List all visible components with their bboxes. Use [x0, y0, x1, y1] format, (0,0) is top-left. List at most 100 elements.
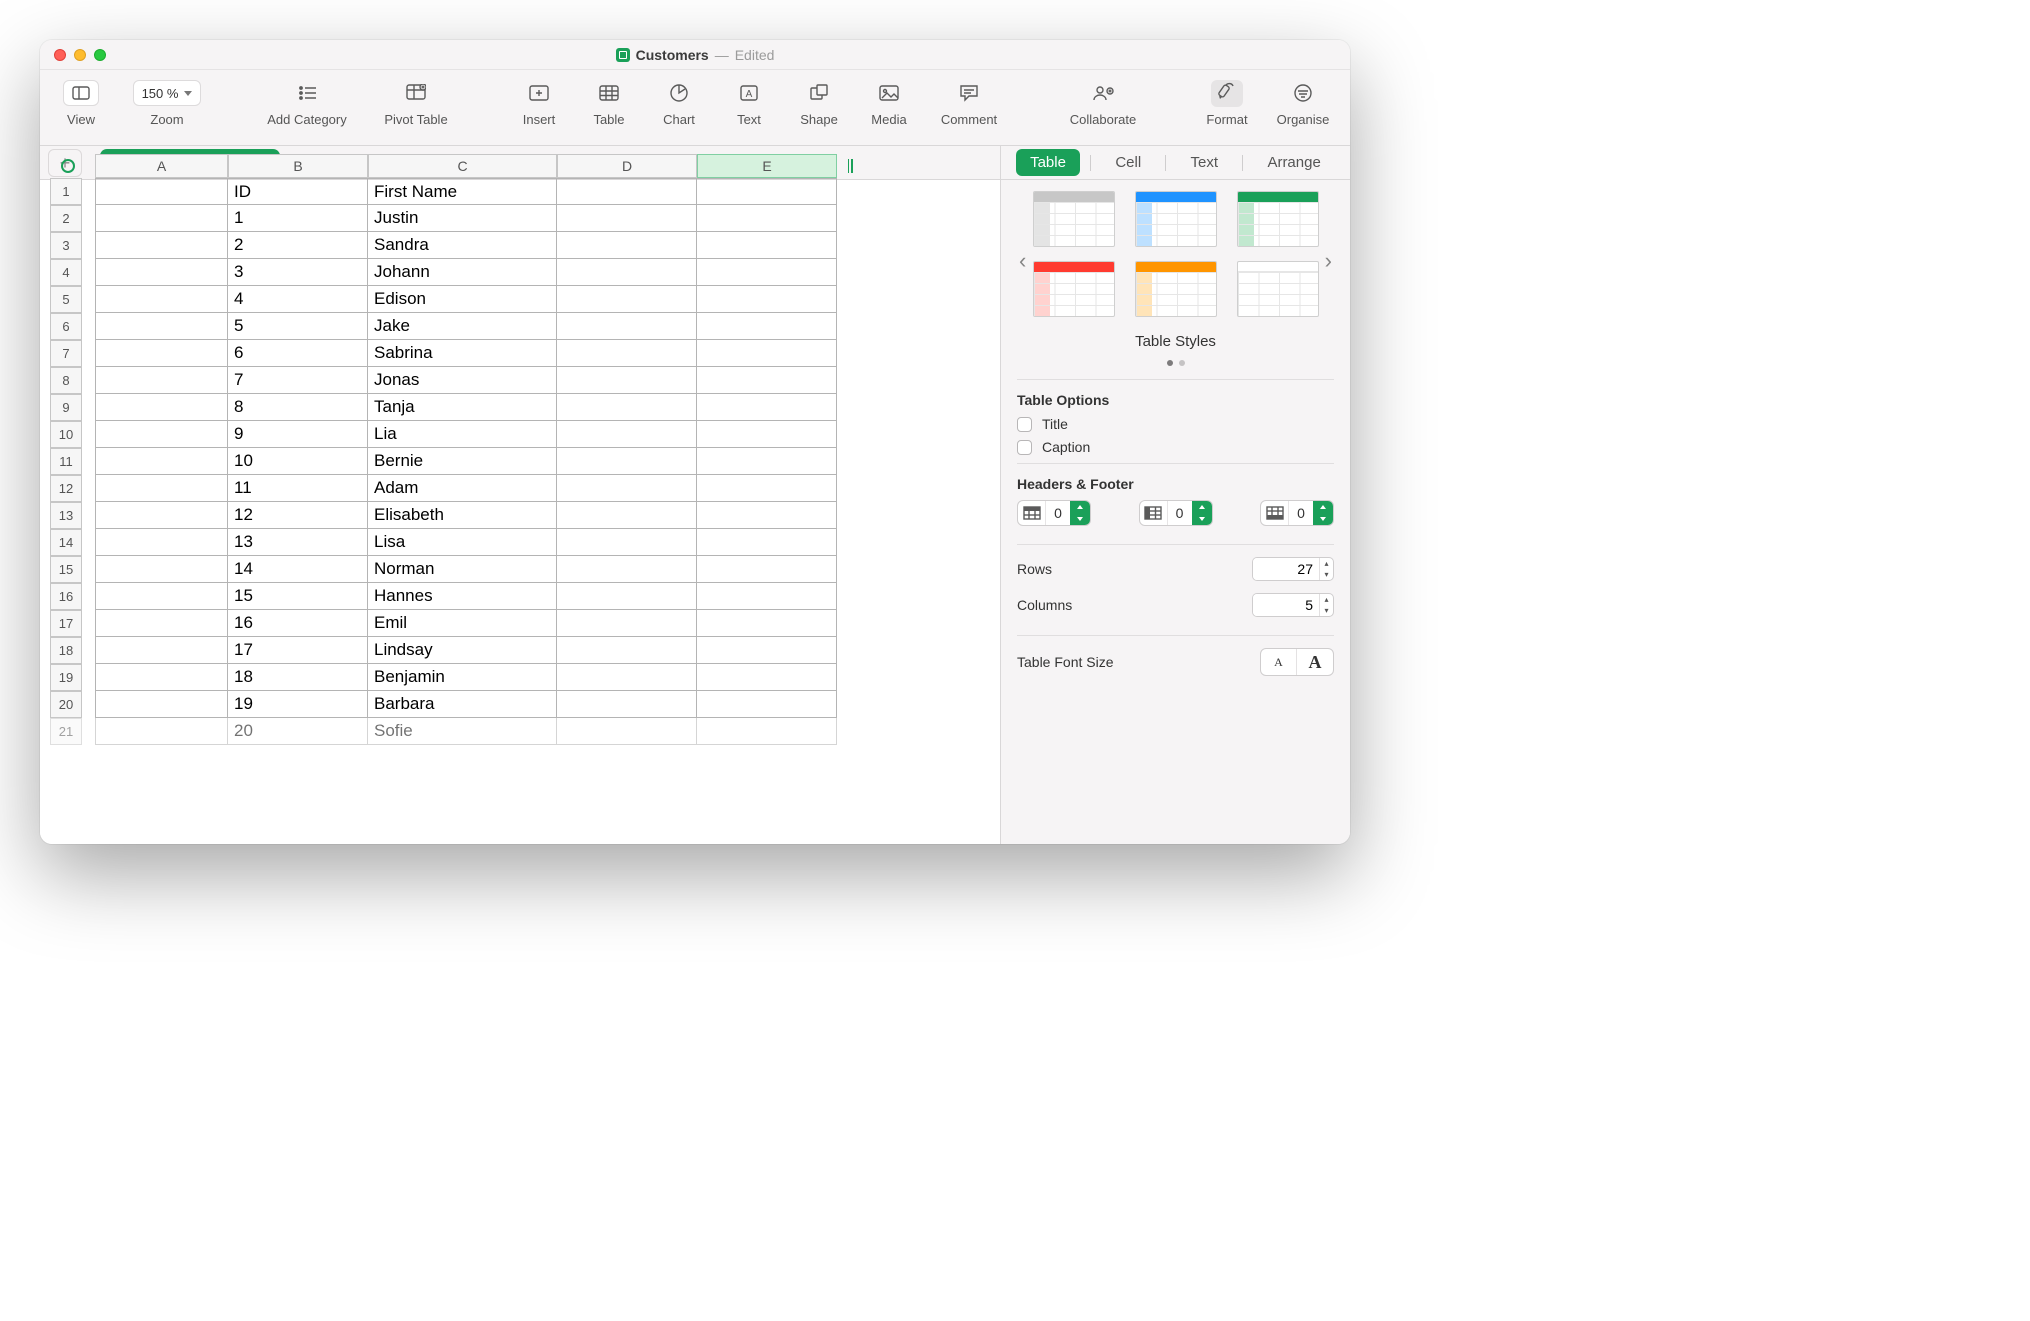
cell-E9[interactable] — [697, 394, 837, 421]
cell-B2[interactable]: 1 — [228, 205, 368, 232]
cell-B12[interactable]: 11 — [228, 475, 368, 502]
cell-C17[interactable]: Emil — [368, 610, 557, 637]
cell-A3[interactable] — [95, 232, 228, 259]
cell-E4[interactable] — [697, 259, 837, 286]
cell-C9[interactable]: Tanja — [368, 394, 557, 421]
cell-E5[interactable] — [697, 286, 837, 313]
cell-B19[interactable]: 18 — [228, 664, 368, 691]
cell-E8[interactable] — [697, 367, 837, 394]
table-button[interactable]: Table — [578, 74, 640, 127]
cell-B15[interactable]: 14 — [228, 556, 368, 583]
cell-C11[interactable]: Bernie — [368, 448, 557, 475]
cell-D8[interactable] — [557, 367, 697, 394]
cell-A16[interactable] — [95, 583, 228, 610]
cell-C19[interactable]: Benjamin — [368, 664, 557, 691]
caption-checkbox-input[interactable] — [1017, 440, 1032, 455]
cell-D10[interactable] — [557, 421, 697, 448]
shape-button[interactable]: Shape — [788, 74, 850, 127]
row-header[interactable]: 18 — [50, 637, 82, 664]
chart-button[interactable]: Chart — [648, 74, 710, 127]
row-header[interactable]: 12 — [50, 475, 82, 502]
table-style-plain[interactable] — [1237, 261, 1319, 317]
cell-E21[interactable] — [697, 718, 837, 745]
cell-A8[interactable] — [95, 367, 228, 394]
text-button[interactable]: A Text — [718, 74, 780, 127]
cell-E11[interactable] — [697, 448, 837, 475]
cell-B16[interactable]: 15 — [228, 583, 368, 610]
cell-D1[interactable] — [557, 178, 697, 205]
cell-A9[interactable] — [95, 394, 228, 421]
add-column-handle[interactable] — [837, 159, 863, 173]
cell-A11[interactable] — [95, 448, 228, 475]
font-size-increase[interactable]: A — [1297, 649, 1333, 675]
columns-input[interactable] — [1253, 594, 1319, 616]
cell-D13[interactable] — [557, 502, 697, 529]
cell-A2[interactable] — [95, 205, 228, 232]
inspector-tab-table[interactable]: Table — [1016, 149, 1080, 176]
cell-C8[interactable]: Jonas — [368, 367, 557, 394]
table-styles-prev[interactable]: ‹ — [1019, 248, 1026, 274]
table-select-handle[interactable] — [40, 159, 95, 173]
cell-C18[interactable]: Lindsay — [368, 637, 557, 664]
row-header[interactable]: 19 — [50, 664, 82, 691]
cell-D9[interactable] — [557, 394, 697, 421]
cell-C10[interactable]: Lia — [368, 421, 557, 448]
table-style-green[interactable] — [1237, 191, 1319, 247]
inspector-tab-cell[interactable]: Cell — [1101, 149, 1155, 176]
cell-A4[interactable] — [95, 259, 228, 286]
cell-D5[interactable] — [557, 286, 697, 313]
cell-A5[interactable] — [95, 286, 228, 313]
cell-B7[interactable]: 6 — [228, 340, 368, 367]
columns-field[interactable]: ▴▾ — [1252, 593, 1334, 617]
cell-C20[interactable]: Barbara — [368, 691, 557, 718]
cell-A12[interactable] — [95, 475, 228, 502]
cell-B21[interactable]: 20 — [228, 718, 368, 745]
row-header[interactable]: 20 — [50, 691, 82, 718]
cell-C14[interactable]: Lisa — [368, 529, 557, 556]
cell-E18[interactable] — [697, 637, 837, 664]
view-button[interactable] — [63, 80, 99, 106]
font-size-decrease[interactable]: A — [1261, 649, 1297, 675]
cell-E17[interactable] — [697, 610, 837, 637]
cell-E15[interactable] — [697, 556, 837, 583]
option-title-checkbox[interactable]: Title — [1017, 416, 1334, 432]
column-header-C[interactable]: C — [368, 154, 557, 178]
table-font-size-control[interactable]: A A — [1260, 648, 1334, 676]
cell-C12[interactable]: Adam — [368, 475, 557, 502]
close-window-button[interactable] — [54, 49, 66, 61]
row-header[interactable]: 8 — [50, 367, 82, 394]
zoom-select[interactable]: 150 % — [133, 80, 202, 106]
cell-D6[interactable] — [557, 313, 697, 340]
table-style-red[interactable] — [1033, 261, 1115, 317]
cell-E19[interactable] — [697, 664, 837, 691]
cell-B11[interactable]: 10 — [228, 448, 368, 475]
cell-B3[interactable]: 2 — [228, 232, 368, 259]
cell-B18[interactable]: 17 — [228, 637, 368, 664]
fullscreen-window-button[interactable] — [94, 49, 106, 61]
header-rows-stepper[interactable]: 0 — [1017, 500, 1091, 526]
cell-B1[interactable]: ID — [228, 178, 368, 205]
comment-button[interactable]: Comment — [928, 74, 1010, 127]
cell-A19[interactable] — [95, 664, 228, 691]
inspector-tab-text[interactable]: Text — [1177, 149, 1233, 176]
cell-C3[interactable]: Sandra — [368, 232, 557, 259]
row-header[interactable]: 7 — [50, 340, 82, 367]
cell-B20[interactable]: 19 — [228, 691, 368, 718]
row-header[interactable]: 17 — [50, 610, 82, 637]
cell-B9[interactable]: 8 — [228, 394, 368, 421]
cell-A13[interactable] — [95, 502, 228, 529]
cell-D21[interactable] — [557, 718, 697, 745]
cell-A15[interactable] — [95, 556, 228, 583]
cell-A14[interactable] — [95, 529, 228, 556]
cell-D16[interactable] — [557, 583, 697, 610]
table-styles-pager[interactable] — [1017, 353, 1334, 369]
cell-E3[interactable] — [697, 232, 837, 259]
column-header-D[interactable]: D — [557, 154, 697, 178]
add-category-button[interactable]: Add Category — [252, 74, 362, 127]
cell-E20[interactable] — [697, 691, 837, 718]
cell-D17[interactable] — [557, 610, 697, 637]
header-cols-stepper[interactable]: 0 — [1139, 500, 1213, 526]
row-header[interactable]: 10 — [50, 421, 82, 448]
footer-rows-stepper[interactable]: 0 — [1260, 500, 1334, 526]
row-header[interactable]: 9 — [50, 394, 82, 421]
